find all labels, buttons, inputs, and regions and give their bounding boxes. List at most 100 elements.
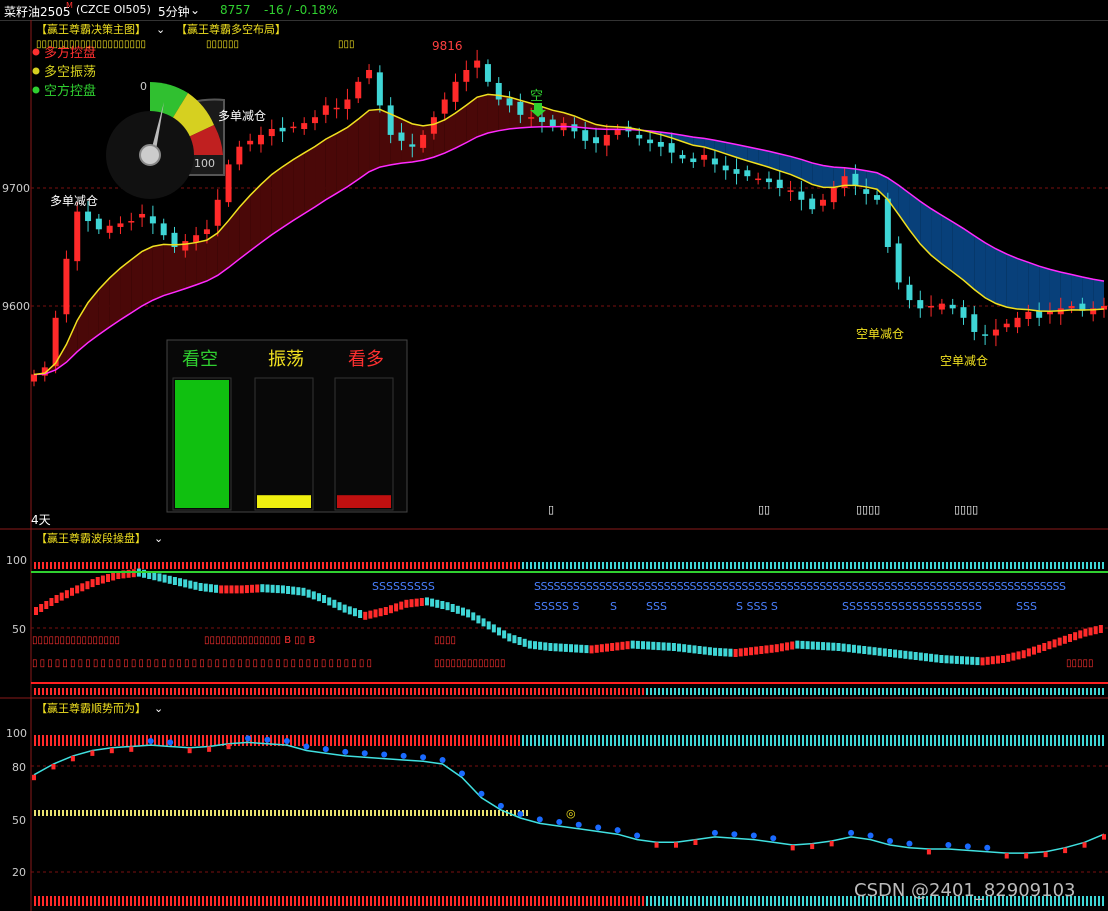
wave-bar — [836, 643, 841, 651]
trend-top-strip — [758, 735, 760, 746]
wave-top-strip — [994, 562, 996, 569]
wave-top-strip — [902, 562, 904, 569]
wave-top-strip — [826, 562, 828, 569]
wave-bar — [275, 585, 280, 594]
wave-bottom-strip — [506, 688, 508, 695]
wave-top-strip — [1042, 562, 1044, 569]
wave-bar — [178, 578, 183, 587]
trend-top-strip — [106, 735, 108, 746]
trend-bottom-strip — [222, 896, 224, 906]
trend-bottom-strip — [174, 896, 176, 906]
wave-bar — [990, 656, 995, 665]
trend-top-strip — [634, 735, 636, 746]
trend-mid-strip — [294, 810, 296, 816]
wave-top-strip — [974, 562, 976, 569]
trend-bottom-strip — [230, 896, 232, 906]
trend-top-strip — [850, 735, 852, 746]
wave-bar — [759, 646, 764, 654]
wave-bottom-strip — [158, 688, 160, 695]
indicator-title-decision[interactable]: 【赢王尊霸决策主图】 — [36, 22, 146, 36]
wave-top-strip — [66, 562, 68, 569]
wave-bar — [846, 644, 851, 653]
trend-bottom-strip — [506, 896, 508, 906]
trend-mid-strip — [374, 810, 376, 816]
trend-bottom-strip — [154, 896, 156, 906]
wave-top-strip — [970, 562, 972, 569]
trend-bottom-strip — [806, 896, 808, 906]
trend-top-strip — [498, 735, 500, 746]
wave-bottom-strip — [274, 688, 276, 695]
wave-bottom-strip — [438, 688, 440, 695]
wave-bottom-strip — [574, 688, 576, 695]
wave-top-strip — [1050, 562, 1052, 569]
wave-bottom-strip — [458, 688, 460, 695]
trend-panel-title[interactable]: 【赢王尊霸顺势而为】 — [36, 701, 146, 715]
wave-bar — [908, 651, 913, 660]
wave-panel-title[interactable]: 【赢王尊霸波段操盘】 — [36, 531, 146, 545]
trend-y-tick-80: 80 — [12, 761, 26, 774]
chevron-down-icon[interactable]: ⌄ — [154, 702, 163, 715]
wave-top-strip — [158, 562, 160, 569]
trend-top-strip — [450, 735, 452, 746]
bottom-glyph-4: ▯▯▯▯ — [954, 503, 978, 516]
candle-down — [538, 117, 545, 122]
wave-bar — [671, 643, 676, 651]
sentiment-gauge: 0 100 — [106, 80, 225, 199]
candle-up — [1014, 317, 1021, 328]
chevron-down-icon[interactable]: ⌄ — [156, 23, 165, 36]
wave-top-strip — [46, 562, 48, 569]
trend-mid-strip — [402, 810, 404, 816]
wave-bottom-strip — [898, 688, 900, 695]
indicator-title-layout[interactable]: 【赢王尊霸多空布局】 — [176, 22, 286, 36]
wave-bottom-strip — [106, 688, 108, 695]
trend-top-strip — [642, 735, 644, 746]
wave-bar — [707, 647, 712, 656]
wave-bar — [903, 650, 908, 659]
bear-band-segment — [941, 215, 953, 272]
trend-bottom-strip — [210, 896, 212, 906]
wave-bar — [1011, 652, 1016, 661]
wave-bottom-strip — [470, 688, 472, 695]
trend-dot — [497, 802, 504, 809]
wave-bottom-strip — [214, 688, 216, 695]
wave-bar — [1073, 632, 1078, 641]
trend-top-strip — [622, 735, 624, 746]
wave-bar — [1083, 628, 1088, 637]
wave-top-strip — [722, 562, 724, 569]
wave-bottom-strip — [154, 688, 156, 695]
candle-down — [279, 127, 286, 132]
trend-bottom-strip — [438, 896, 440, 906]
wave-bottom-strip — [182, 688, 184, 695]
trend-mid-strip — [222, 810, 224, 816]
wave-top-strip — [766, 562, 768, 569]
trend-top-strip — [626, 735, 628, 746]
bear-band-segment — [963, 228, 975, 290]
chevron-down-icon[interactable]: ⌄ — [154, 532, 163, 545]
trend-mid-strip — [266, 810, 268, 816]
wave-bar — [44, 601, 49, 609]
candle-up — [1025, 311, 1032, 319]
trend-bottom-strip — [370, 896, 372, 906]
wave-top-strip — [246, 562, 248, 569]
wave-bar — [995, 655, 1000, 664]
wave-bottom-strip — [842, 688, 844, 695]
wave-bar — [1052, 639, 1057, 648]
trend-top-strip — [1098, 735, 1100, 746]
trend-mid-strip — [474, 810, 476, 816]
candle-up — [463, 70, 470, 82]
wave-top-strip — [698, 562, 700, 569]
wave-bottom-strip — [994, 688, 996, 695]
wave-bottom-strip — [658, 688, 660, 695]
wave-top-strip — [562, 562, 564, 569]
wave-bottom-strip — [934, 688, 936, 695]
wave-bar — [538, 641, 543, 650]
wave-bar — [476, 615, 481, 624]
chart-canvas[interactable]: 【赢王尊霸决策主图】 ⌄ 【赢王尊霸多空布局】 ▯▯▯▯▯▯▯▯▯▯▯▯▯▯▯▯… — [0, 0, 1108, 911]
trend-top-strip — [730, 735, 732, 746]
trend-mid-strip — [54, 810, 56, 816]
wave-top-strip — [454, 562, 456, 569]
trend-bar — [32, 774, 36, 781]
wave-top-strip — [990, 562, 992, 569]
trend-top-strip — [698, 735, 700, 746]
wave-bottom-strip — [314, 688, 316, 695]
